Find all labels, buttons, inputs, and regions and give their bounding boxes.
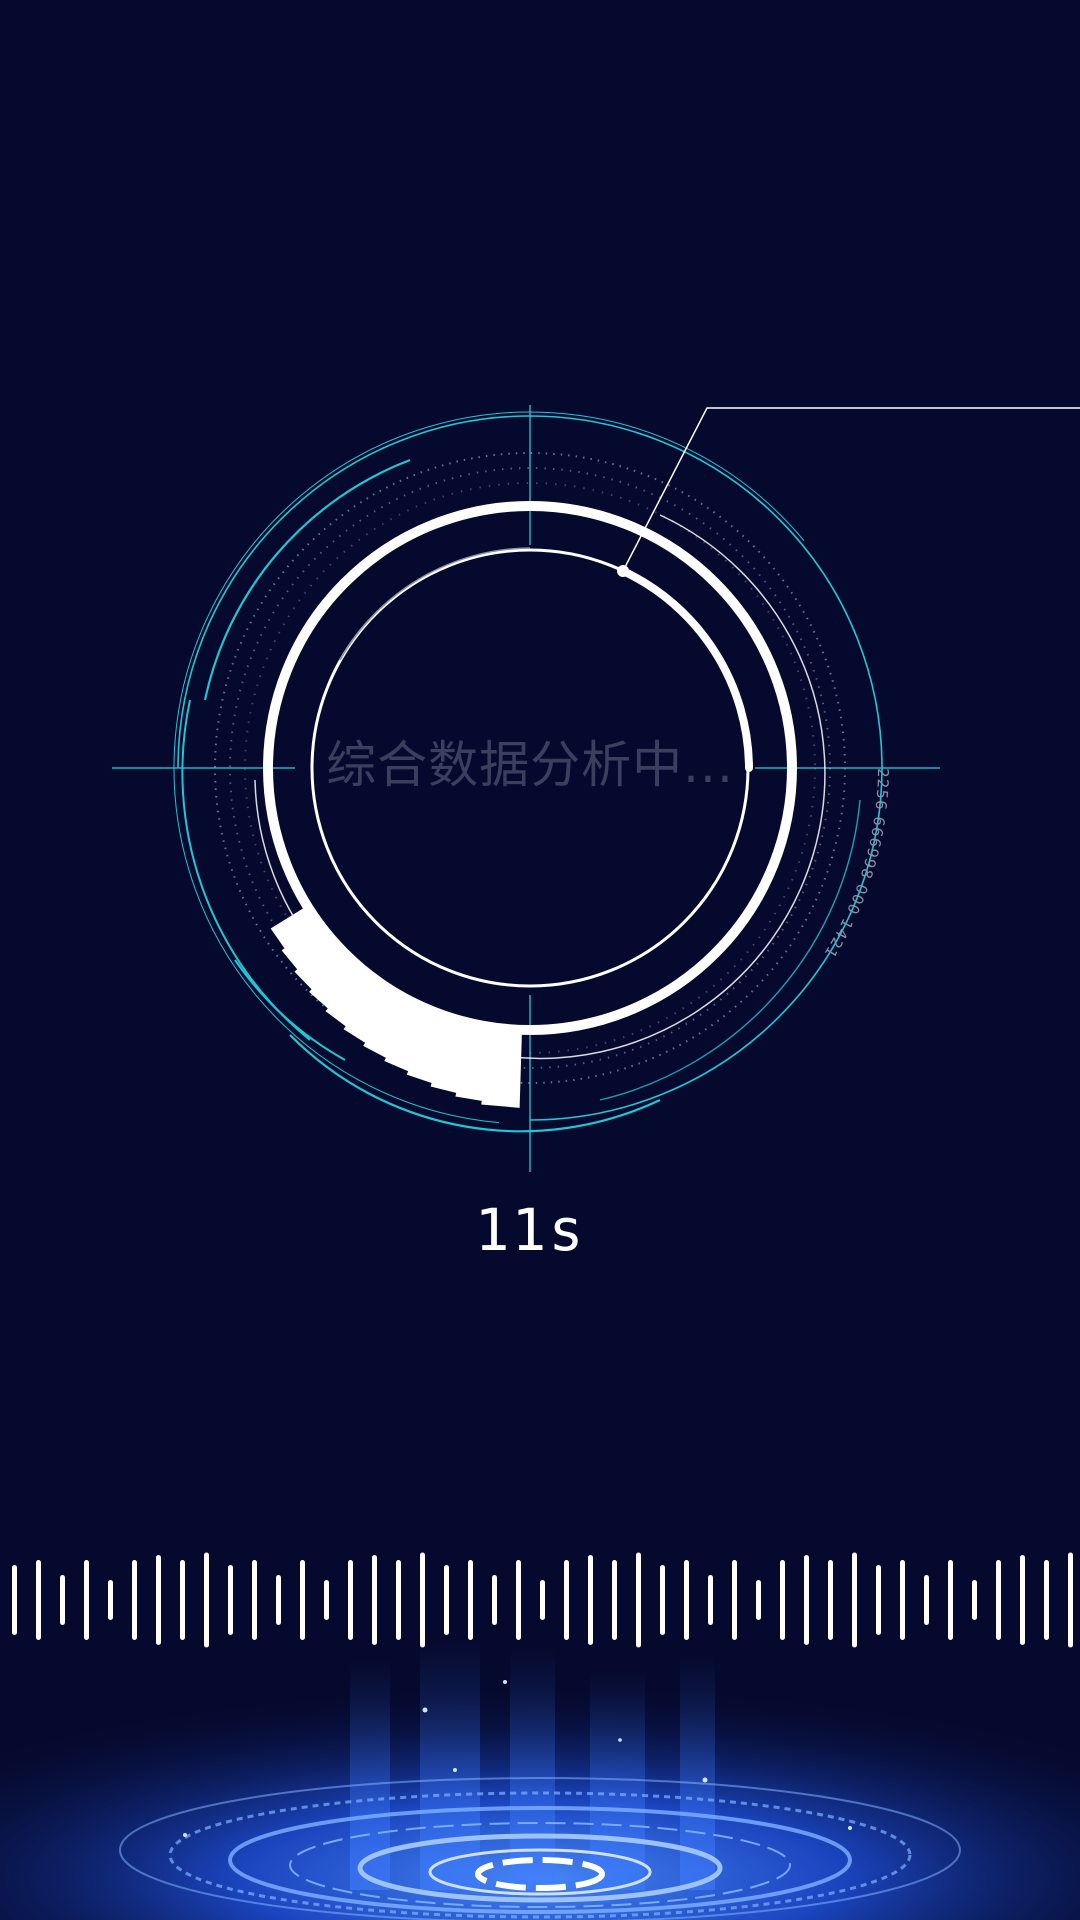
wave-bar: [12, 1565, 17, 1635]
wave-bar: [372, 1555, 377, 1645]
hologram-platform-icon: [0, 1640, 1080, 1920]
wave-bar: [516, 1560, 521, 1640]
wave-bar: [1044, 1560, 1049, 1640]
wave-bar: [612, 1560, 617, 1640]
wave-bar: [468, 1560, 473, 1640]
wave-bar: [324, 1580, 329, 1620]
callout-line: [622, 407, 1080, 572]
wave-bar: [756, 1580, 761, 1620]
wave-bar: [180, 1560, 185, 1640]
wave-bar: [636, 1552, 641, 1648]
wave-bar: [876, 1565, 881, 1635]
wave-bar: [492, 1575, 497, 1625]
wave-bar: [804, 1555, 809, 1645]
wave-bar: [588, 1555, 593, 1645]
wave-bar: [276, 1575, 281, 1625]
wave-bar: [300, 1560, 305, 1640]
wave-bar: [852, 1552, 857, 1648]
analysis-status-text: 综合数据分析中...: [326, 736, 734, 794]
wave-bar: [108, 1580, 113, 1620]
code-readout: 2256 666998 000 1421: [820, 768, 892, 962]
wave-bar: [684, 1560, 689, 1640]
wave-bar: [828, 1560, 833, 1640]
wave-bar: [1020, 1555, 1025, 1645]
wave-bar: [84, 1560, 89, 1640]
wave-bar: [948, 1560, 953, 1640]
countdown-timer: 11s: [474, 1196, 586, 1264]
wave-bar: [420, 1552, 425, 1648]
wave-bar: [732, 1560, 737, 1640]
wave-bar: [132, 1560, 137, 1640]
scanner-hud: 2256 666998 000 1421: [112, 405, 1080, 1172]
wave-bar: [924, 1575, 929, 1625]
wave-bar: [660, 1565, 665, 1635]
wave-bar: [36, 1560, 41, 1640]
wave-bar: [564, 1560, 569, 1640]
wave-bar: [540, 1580, 545, 1620]
wave-bar: [1068, 1552, 1073, 1648]
wave-bar: [204, 1552, 209, 1648]
wave-bar: [252, 1560, 257, 1640]
wave-bar: [228, 1565, 233, 1635]
wave-bar: [996, 1560, 1001, 1640]
wave-bar: [900, 1560, 905, 1640]
wave-bar: [444, 1565, 449, 1635]
wave-bar: [396, 1560, 401, 1640]
tick-blocks: [270, 905, 522, 1108]
wave-bar: [156, 1555, 161, 1645]
wave-bar: [708, 1575, 713, 1625]
wave-bars: [12, 1552, 1073, 1648]
wave-bar: [780, 1560, 785, 1640]
analysis-screen: 2256 666998 000 1421 综合数据分析中... 11s: [0, 0, 1080, 1920]
wave-bar: [348, 1560, 353, 1640]
wave-bar: [60, 1575, 65, 1625]
wave-bar: [972, 1580, 977, 1620]
